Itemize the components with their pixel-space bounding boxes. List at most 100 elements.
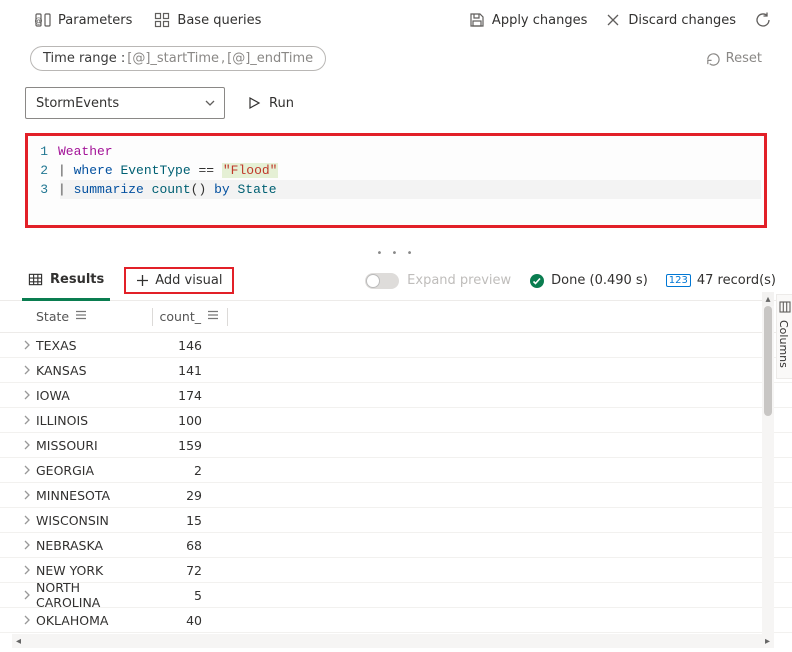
add-visual-button[interactable]: Add visual <box>124 267 234 294</box>
status-done: Done (0.490 s) <box>529 273 648 289</box>
timerange-sep: , <box>221 51 225 66</box>
cell-state: TEXAS <box>36 338 146 353</box>
line-number: 1 <box>28 142 58 161</box>
add-visual-label: Add visual <box>155 273 222 288</box>
base-queries-icon <box>154 12 170 28</box>
column-menu-state[interactable] <box>75 309 87 324</box>
cell-count: 141 <box>146 363 208 378</box>
scroll-right-icon[interactable]: ▸ <box>761 636 774 647</box>
discard-changes-button[interactable]: Discard changes <box>605 12 736 28</box>
expand-row-icon[interactable] <box>22 538 36 553</box>
save-icon <box>469 12 485 28</box>
column-header-count[interactable]: count_ <box>159 309 221 324</box>
cell-state: MISSOURI <box>36 438 146 453</box>
scroll-up-icon[interactable]: ▴ <box>762 292 774 306</box>
column-header-state[interactable]: State <box>36 309 146 324</box>
expand-row-icon[interactable] <box>22 563 36 578</box>
columns-panel-tab[interactable]: Columns <box>776 294 792 379</box>
table-row[interactable]: OKLAHOMA40 <box>0 608 792 633</box>
cell-count: 5 <box>146 588 208 603</box>
table-row[interactable]: NORTH CAROLINA5 <box>0 583 792 608</box>
grid-header: State count_ <box>0 301 792 333</box>
expand-row-icon[interactable] <box>22 463 36 478</box>
table-row[interactable]: MISSOURI159 <box>0 433 792 458</box>
reset-label: Reset <box>726 51 762 66</box>
table-row[interactable]: MINNESOTA29 <box>0 483 792 508</box>
cell-state: IOWA <box>36 388 146 403</box>
source-row: StormEvents Run <box>25 87 767 119</box>
expand-row-icon[interactable] <box>22 338 36 353</box>
table-row[interactable]: GEORGIA2 <box>0 458 792 483</box>
cell-state: GEORGIA <box>36 463 146 478</box>
cell-state: MINNESOTA <box>36 488 146 503</box>
table-row[interactable]: IOWA174 <box>0 383 792 408</box>
play-icon <box>247 96 261 110</box>
horizontal-scrollbar[interactable]: ◂ ▸ <box>12 634 774 648</box>
query-editor[interactable]: 1Weather2| where EventType == "Flood"3| … <box>25 133 767 228</box>
timerange-end: [@]_endTime <box>227 51 313 66</box>
apply-changes-label: Apply changes <box>492 13 587 28</box>
code-line[interactable]: Weather <box>58 142 113 161</box>
cell-count: 72 <box>146 563 208 578</box>
run-label: Run <box>269 96 294 111</box>
parameters-button[interactable]: @ Parameters <box>35 12 132 28</box>
table-row[interactable]: NEBRASKA68 <box>0 533 792 558</box>
table-row[interactable]: ILLINOIS100 <box>0 408 792 433</box>
cell-count: 159 <box>146 438 208 453</box>
table-row[interactable]: WISCONSIN15 <box>0 508 792 533</box>
svg-text:@: @ <box>35 16 43 25</box>
base-queries-button[interactable]: Base queries <box>154 12 261 28</box>
expand-row-icon[interactable] <box>22 413 36 428</box>
cell-count: 68 <box>146 538 208 553</box>
source-select[interactable]: StormEvents <box>25 87 225 119</box>
plus-icon <box>136 274 149 287</box>
results-grid: TEXAS146KANSAS141IOWA174ILLINOIS100MISSO… <box>0 333 792 649</box>
column-menu-count[interactable] <box>207 309 219 324</box>
cell-count: 15 <box>146 513 208 528</box>
source-selected-label: StormEvents <box>36 96 119 111</box>
table-row[interactable]: TEXAS146 <box>0 333 792 358</box>
refresh-icon <box>754 11 772 29</box>
expand-row-icon[interactable] <box>22 513 36 528</box>
cell-state: NEBRASKA <box>36 538 146 553</box>
scroll-left-icon[interactable]: ◂ <box>12 636 25 647</box>
table-icon <box>28 272 43 287</box>
column-header-count-label: count_ <box>159 309 201 324</box>
apply-changes-button[interactable]: Apply changes <box>469 12 587 28</box>
cell-state: NORTH CAROLINA <box>36 580 146 610</box>
timerange-pill[interactable]: Time range : [@]_startTime , [@]_endTime <box>30 46 326 71</box>
cell-state: KANSAS <box>36 363 146 378</box>
results-tabs-row: Results Add visual Expand preview Done (… <box>0 261 792 301</box>
reset-button[interactable]: Reset <box>705 51 762 66</box>
cell-count: 174 <box>146 388 208 403</box>
expand-row-icon[interactable] <box>22 613 36 628</box>
top-toolbar: @ Parameters Base queries Apply changes … <box>0 0 792 40</box>
columns-icon <box>779 301 791 313</box>
expand-preview-label: Expand preview <box>407 273 511 288</box>
base-queries-label: Base queries <box>177 13 261 28</box>
status-done-label: Done (0.490 s) <box>551 273 648 288</box>
resize-handle[interactable]: • • • <box>0 228 792 261</box>
cell-state: ILLINOIS <box>36 413 146 428</box>
expand-row-icon[interactable] <box>22 488 36 503</box>
cell-count: 146 <box>146 338 208 353</box>
tab-results[interactable]: Results <box>22 261 110 301</box>
tab-results-label: Results <box>50 272 104 287</box>
expand-row-icon[interactable] <box>22 388 36 403</box>
timerange-prefix: Time range : <box>43 51 125 66</box>
records-icon: 123 <box>666 274 691 287</box>
chevron-down-icon <box>204 97 216 109</box>
refresh-button[interactable] <box>754 11 772 29</box>
expand-row-icon[interactable] <box>22 588 36 603</box>
run-button[interactable]: Run <box>239 92 302 115</box>
expand-row-icon[interactable] <box>22 363 36 378</box>
vertical-scrollbar[interactable]: ▴ ▾ <box>762 292 774 648</box>
expand-preview-toggle[interactable] <box>365 273 399 289</box>
code-line[interactable]: | where EventType == "Flood" <box>58 161 278 180</box>
record-count: 123 47 record(s) <box>666 273 776 288</box>
expand-row-icon[interactable] <box>22 438 36 453</box>
code-line[interactable]: | summarize count() by State <box>58 180 277 199</box>
cell-state: OKLAHOMA <box>36 613 146 628</box>
cell-count: 29 <box>146 488 208 503</box>
table-row[interactable]: KANSAS141 <box>0 358 792 383</box>
